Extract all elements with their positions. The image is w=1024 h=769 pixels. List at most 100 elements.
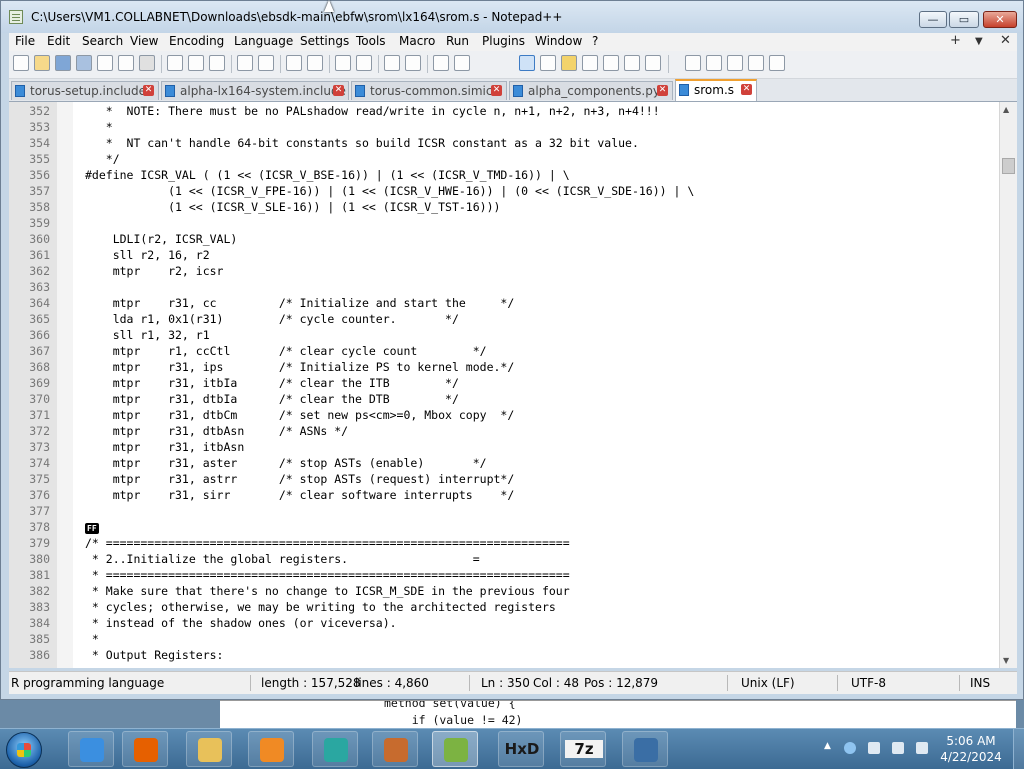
menu-settings[interactable]: Settings: [300, 34, 349, 48]
action-center-flag-icon[interactable]: [868, 742, 880, 754]
folder-as-workspace-icon[interactable]: [603, 55, 619, 71]
menu-encoding[interactable]: Encoding: [169, 34, 224, 48]
menu-view[interactable]: View: [130, 34, 158, 48]
close-document-button[interactable]: ✕: [1000, 33, 1011, 48]
code-line[interactable]: 374 mtpr r31, aster /* stop ASTs (enable…: [9, 455, 999, 471]
code-line[interactable]: 373 mtpr r31, itbAsn: [9, 439, 999, 455]
show-desktop-button[interactable]: [1013, 729, 1024, 769]
scrollbar-thumb[interactable]: [1002, 158, 1015, 174]
menu-plugins[interactable]: Plugins: [482, 34, 525, 48]
close-all-icon[interactable]: [118, 55, 134, 71]
macro-play-icon[interactable]: [727, 55, 743, 71]
macro-run-multiple-icon[interactable]: [748, 55, 764, 71]
clock[interactable]: 5:06 AM 4/22/2024: [926, 733, 1016, 765]
title-bar[interactable]: C:\Users\VM1.COLLABNET\Downloads\ebsdk-m…: [1, 1, 1023, 33]
word-wrap-icon[interactable]: [433, 55, 449, 71]
language-define-icon[interactable]: [540, 55, 556, 71]
code-line[interactable]: 371 mtpr r31, dtbCm /* set new ps<cm>=0,…: [9, 407, 999, 423]
close-file-icon[interactable]: [97, 55, 113, 71]
code-line[interactable]: 355 */: [9, 151, 999, 167]
tab-alpha-components[interactable]: alpha_components.py ✕: [509, 81, 673, 100]
code-line[interactable]: 365 lda r1, 0x1(r31) /* cycle counter. *…: [9, 311, 999, 327]
tab-list-dropdown[interactable]: ▼: [975, 36, 983, 47]
code-line[interactable]: 367 mtpr r1, ccCtl /* clear cycle count …: [9, 343, 999, 359]
code-line[interactable]: 362 mtpr r2, icsr: [9, 263, 999, 279]
taskbar-app-button[interactable]: HxD: [498, 731, 544, 767]
undo-icon[interactable]: [237, 55, 253, 71]
new-tab-button[interactable]: +: [950, 33, 961, 48]
macro-record-icon[interactable]: [685, 55, 701, 71]
tab-close-icon[interactable]: ✕: [333, 85, 344, 96]
network-icon[interactable]: [892, 742, 904, 754]
code-line[interactable]: 379 /* ==================================…: [9, 535, 999, 551]
code-line[interactable]: 372 mtpr r31, dtbAsn /* ASNs */: [9, 423, 999, 439]
status-eol[interactable]: Unix (LF): [741, 676, 795, 690]
tab-close-icon[interactable]: ✕: [143, 85, 154, 96]
taskbar-app-button[interactable]: [312, 731, 358, 767]
close-button[interactable]: ✕: [983, 11, 1017, 28]
scroll-down-icon[interactable]: ▼: [1003, 656, 1009, 665]
new-file-icon[interactable]: [13, 55, 29, 71]
taskbar-app-button[interactable]: [122, 731, 168, 767]
code-line[interactable]: 384 * instead of the shadow ones (or vic…: [9, 615, 999, 631]
code-line[interactable]: 360 LDLI(r2, ICSR_VAL): [9, 231, 999, 247]
menu-language[interactable]: Language: [234, 34, 293, 48]
code-line[interactable]: 364 mtpr r31, cc /* Initialize and start…: [9, 295, 999, 311]
code-line[interactable]: 378 FF: [9, 519, 999, 535]
vertical-scrollbar[interactable]: ▲ ▼: [999, 102, 1017, 668]
code-line[interactable]: 386 * Output Registers:: [9, 647, 999, 663]
minimize-button[interactable]: —: [919, 11, 947, 28]
tab-srom[interactable]: srom.s ✕: [675, 79, 757, 101]
menu-tools[interactable]: Tools: [356, 34, 386, 48]
maximize-button[interactable]: ▭: [949, 11, 979, 28]
network-globe-icon[interactable]: [844, 742, 856, 754]
tab-torus-common[interactable]: torus-common.simics ✕: [351, 81, 507, 100]
paste-icon[interactable]: [209, 55, 225, 71]
show-all-chars-icon[interactable]: [454, 55, 470, 71]
monitoring-icon[interactable]: [624, 55, 640, 71]
code-line[interactable]: 356 #define ICSR_VAL ( (1 << (ICSR_V_BSE-…: [9, 167, 999, 183]
menu-macro[interactable]: Macro: [399, 34, 435, 48]
save-all-icon[interactable]: [76, 55, 92, 71]
taskbar-app-button[interactable]: [248, 731, 294, 767]
code-editor[interactable]: 352 * NOTE: There must be no PALshadow r…: [9, 102, 1017, 668]
copy-icon[interactable]: [188, 55, 204, 71]
tab-close-icon[interactable]: ✕: [741, 84, 752, 95]
code-line[interactable]: 354 * NT can't handle 64-bit constants s…: [9, 135, 999, 151]
taskbar-app-button[interactable]: [68, 731, 114, 767]
code-line[interactable]: 375 mtpr r31, astrr /* stop ASTs (reques…: [9, 471, 999, 487]
code-line[interactable]: 357 (1 << (ICSR_V_FPE-16)) | (1 << (ICSR…: [9, 183, 999, 199]
code-line[interactable]: 368 mtpr r31, ips /* Initialize PS to ke…: [9, 359, 999, 375]
code-line[interactable]: 381 * ==================================…: [9, 567, 999, 583]
zoom-in-icon[interactable]: [335, 55, 351, 71]
taskbar-app-button[interactable]: 7z: [560, 731, 606, 767]
code-line[interactable]: 366 sll r1, 32, r1: [9, 327, 999, 343]
taskbar-app-button[interactable]: [372, 731, 418, 767]
menu-window[interactable]: Window: [535, 34, 582, 48]
doc-map-icon[interactable]: [561, 55, 577, 71]
code-line[interactable]: 380 * 2..Initialize the global registers…: [9, 551, 999, 567]
menu-search[interactable]: Search: [82, 34, 123, 48]
code-line[interactable]: 376 mtpr r31, sirr /* clear software int…: [9, 487, 999, 503]
menu-edit[interactable]: Edit: [47, 34, 70, 48]
code-lines[interactable]: 352 * NOTE: There must be no PALshadow r…: [9, 103, 999, 663]
code-line[interactable]: 353 *: [9, 119, 999, 135]
code-line[interactable]: 359: [9, 215, 999, 231]
cut-icon[interactable]: [167, 55, 183, 71]
scroll-up-icon[interactable]: ▲: [1003, 105, 1009, 114]
preview-icon[interactable]: [645, 55, 661, 71]
print-icon[interactable]: [139, 55, 155, 71]
save-icon[interactable]: [55, 55, 71, 71]
macro-save-icon[interactable]: [769, 55, 785, 71]
taskbar-app-button[interactable]: [622, 731, 668, 767]
macro-stop-icon[interactable]: [706, 55, 722, 71]
tab-torus-setup[interactable]: torus-setup.include ✕: [11, 81, 159, 100]
sync-vertical-icon[interactable]: [384, 55, 400, 71]
code-line[interactable]: 363: [9, 279, 999, 295]
indent-guide-icon[interactable]: [519, 55, 535, 71]
start-button[interactable]: [6, 732, 42, 768]
menu-file[interactable]: File: [15, 34, 35, 48]
background-window[interactable]: method set(value) { if (value != 42): [220, 700, 1016, 729]
code-line[interactable]: 358 (1 << (ICSR_V_SLE-16)) | (1 << (ICSR…: [9, 199, 999, 215]
status-encoding[interactable]: UTF-8: [851, 676, 886, 690]
